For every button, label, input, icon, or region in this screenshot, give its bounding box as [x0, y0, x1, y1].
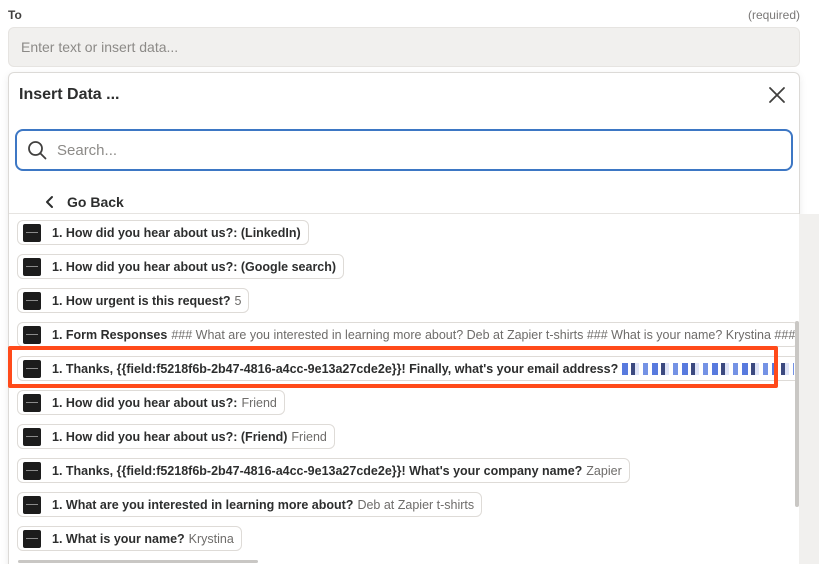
typeform-icon	[23, 495, 41, 514]
dropdown-title: Insert Data ...	[19, 86, 120, 103]
typeform-icon	[23, 359, 41, 378]
item-key: 1. How did you hear about us?: (LinkedIn…	[52, 225, 301, 240]
background-edge	[799, 214, 819, 564]
typeform-icon	[23, 291, 41, 310]
item-key: 1. Thanks, {{field:f5218f6b-2b47-4816-a4…	[52, 361, 619, 376]
item-key: 1. Form Responses	[52, 327, 168, 342]
search-box	[15, 129, 793, 171]
item-value: Deb at Zapier t-shirts	[357, 497, 475, 512]
typeform-icon	[23, 461, 41, 480]
item-key: 1. How urgent is this request?	[52, 293, 231, 308]
close-icon	[769, 87, 785, 103]
search-input[interactable]	[57, 131, 777, 169]
go-back-button[interactable]: Go Back	[43, 191, 124, 213]
typeform-icon	[23, 393, 41, 412]
chevron-left-icon	[46, 196, 53, 208]
list-item[interactable]: 1. What is your name? Krystina	[17, 526, 242, 551]
item-value: 5	[234, 293, 242, 308]
list-item[interactable]: 1. How urgent is this request? 5	[17, 288, 250, 313]
item-value: Zapier	[586, 463, 622, 478]
list-item[interactable]: 1. How did you hear about us?: (Google s…	[17, 254, 345, 279]
typeform-icon	[23, 529, 41, 548]
typeform-icon	[23, 223, 41, 242]
insert-data-dropdown: Insert Data ... Go Back 1. How did you h…	[8, 72, 800, 564]
list-item[interactable]: 1. What are you interested in learning m…	[17, 492, 483, 517]
item-key: 1. What is your name?	[52, 531, 185, 546]
insert-data-panel: To (required) Insert Data ... Go Back	[0, 0, 819, 564]
to-field-label: To	[8, 8, 22, 22]
to-field-header: To (required)	[8, 8, 800, 24]
to-input[interactable]	[8, 27, 800, 67]
list-item[interactable]: 1. How did you hear about us?: (Friend) …	[17, 424, 335, 449]
item-key: 1. What are you interested in learning m…	[52, 497, 354, 512]
item-key: 1. How did you hear about us?:	[52, 395, 238, 410]
item-value: ### What are you interested in learning …	[171, 327, 796, 342]
horizontal-scrollbar[interactable]	[18, 560, 258, 563]
item-key: 1. How did you hear about us?: (Google s…	[52, 259, 337, 274]
item-key: 1. How did you hear about us?: (Friend)	[52, 429, 288, 444]
item-value: Friend	[291, 429, 327, 444]
search-icon	[28, 141, 47, 160]
list-item-email[interactable]: 1. Thanks, {{field:f5218f6b-2b47-4816-a4…	[17, 356, 799, 381]
data-list: 1. How did you hear about us?: (LinkedIn…	[9, 213, 799, 564]
list-item[interactable]: 1. Thanks, {{field:f5218f6b-2b47-4816-a4…	[17, 458, 630, 483]
list-item[interactable]: 1. How did you hear about us?: Friend	[17, 390, 285, 415]
item-value: Krystina	[188, 531, 234, 546]
redacted-value	[622, 362, 795, 375]
typeform-icon	[23, 427, 41, 446]
go-back-label: Go Back	[67, 194, 124, 210]
typeform-icon	[23, 257, 41, 276]
item-key: 1. Thanks, {{field:f5218f6b-2b47-4816-a4…	[52, 463, 583, 478]
typeform-icon	[23, 325, 41, 344]
close-button[interactable]	[767, 85, 787, 105]
list-item[interactable]: 1. Form Responses ### What are you inter…	[17, 322, 799, 347]
item-value: Friend	[241, 395, 277, 410]
required-indicator: (required)	[747, 8, 800, 22]
list-item[interactable]: 1. How did you hear about us?: (LinkedIn…	[17, 220, 309, 245]
